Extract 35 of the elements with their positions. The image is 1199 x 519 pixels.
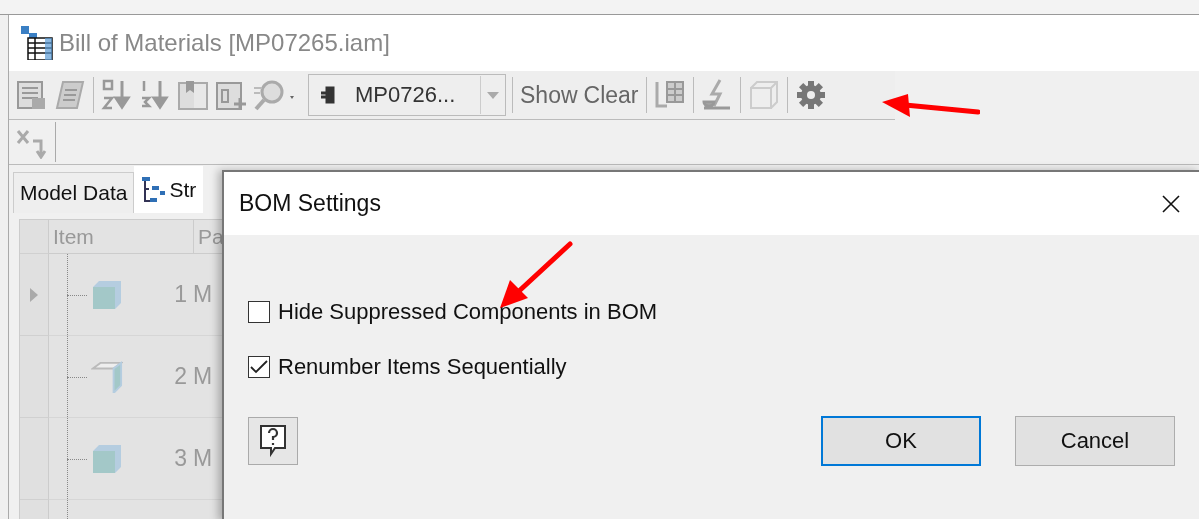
dialog-button[interactable]: OK bbox=[821, 416, 981, 466]
close-icon[interactable] bbox=[1161, 193, 1181, 214]
caret-icon bbox=[487, 91, 499, 99]
tab[interactable]: Str bbox=[134, 166, 204, 213]
plug-icon bbox=[321, 86, 337, 104]
item-number: 1 bbox=[174, 281, 187, 308]
bookmark-table-icon[interactable] bbox=[176, 78, 210, 112]
table-cell: M bbox=[193, 363, 213, 390]
assembly-dropdown[interactable]: MP0726... bbox=[308, 74, 506, 116]
help-button[interactable] bbox=[248, 417, 298, 465]
window-title: Bill of Materials [MP07265.iam] bbox=[59, 29, 390, 57]
table-cell: M bbox=[193, 445, 213, 472]
cube-icon bbox=[91, 278, 123, 311]
table-cell: M bbox=[193, 281, 213, 308]
checkbox-label[interactable]: Hide Suppressed Components in BOM bbox=[278, 299, 658, 325]
notepad-icon[interactable] bbox=[53, 78, 87, 112]
search-icon[interactable] bbox=[252, 78, 296, 112]
checkbox[interactable] bbox=[248, 301, 270, 323]
table-tree-icon bbox=[19, 26, 55, 60]
bent-plate-icon bbox=[91, 360, 123, 393]
dialog-button[interactable]: Cancel bbox=[1015, 416, 1175, 466]
checkmark-icon bbox=[250, 360, 268, 374]
row-header[interactable] bbox=[20, 254, 49, 336]
toolbar-button[interactable]: Clear bbox=[582, 81, 640, 109]
item-number: 2 bbox=[174, 363, 187, 390]
checkbox[interactable] bbox=[248, 356, 270, 378]
cube-icon bbox=[91, 442, 123, 475]
tab[interactable]: Model Data bbox=[13, 172, 135, 213]
structure-icon bbox=[141, 177, 166, 203]
toolbar-button[interactable]: Show bbox=[519, 81, 579, 109]
current-row-icon bbox=[30, 287, 38, 302]
help-icon bbox=[259, 424, 287, 458]
dialog-title: BOM Settings bbox=[239, 190, 381, 217]
checkbox-label[interactable]: Renumber Items Sequentially bbox=[278, 354, 567, 380]
item-number: 3 bbox=[174, 445, 187, 472]
